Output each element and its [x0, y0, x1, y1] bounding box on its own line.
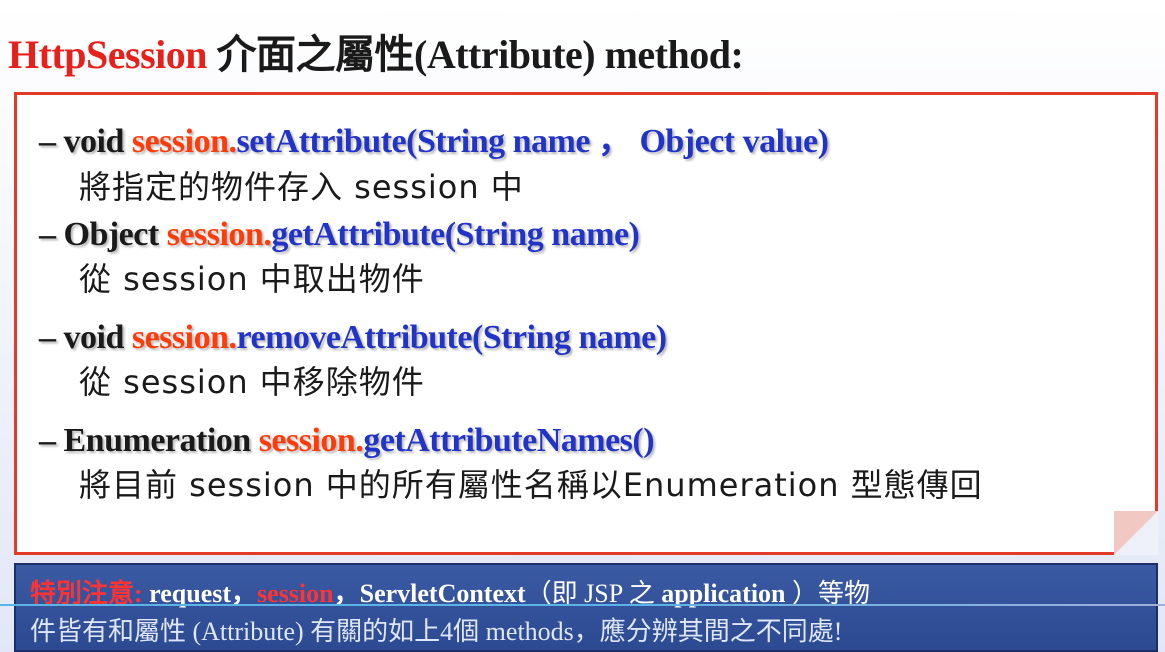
slide-title: HttpSession 介面之屬性(Attribute) method:: [8, 22, 744, 80]
method-item-getattribute: – Object session.getAttribute(String nam…: [39, 216, 640, 300]
object-name: session.: [131, 123, 237, 160]
object-name: session.: [131, 319, 237, 356]
note-line-2: 件皆有和屬性 (Attribute) 有關的如上4個 methods，應分辨其間…: [30, 617, 843, 646]
method-params: (): [632, 422, 655, 459]
video-progress-line: [0, 604, 1165, 606]
method-item-setattribute: – void session.setAttribute(String name …: [39, 113, 829, 208]
return-type: – Object: [39, 216, 167, 253]
method-description: 從 session 中取出物件: [79, 260, 425, 298]
method-params: (String name): [444, 216, 640, 253]
return-type: – void: [39, 319, 132, 356]
note-box: 特別注意: request，session，ServletContext（即 J…: [14, 563, 1158, 652]
object-name: session.: [166, 216, 272, 253]
object-name: session.: [258, 422, 364, 459]
method-description: 從 session 中移除物件: [79, 363, 425, 401]
method-signature: – void session.removeAttribute(String na…: [39, 319, 667, 357]
page-fold-corner: [1114, 511, 1158, 555]
method-name: removeAttribute: [236, 319, 473, 356]
method-name: setAttribute: [236, 123, 407, 160]
title-highlight: HttpSession: [8, 32, 208, 77]
method-params: (String name): [471, 319, 667, 356]
method-params: (String name ， Object value): [406, 123, 829, 160]
title-rest: 介面之屬性(Attribute) method:: [207, 32, 744, 77]
method-signature: – void session.setAttribute(String name …: [39, 113, 829, 162]
method-item-removeattribute: – void session.removeAttribute(String na…: [39, 319, 667, 403]
methods-panel: – void session.setAttribute(String name …: [14, 92, 1158, 555]
return-type: – Enumeration: [39, 422, 259, 459]
method-name: getAttributeNames: [363, 422, 633, 459]
return-type: – void: [39, 123, 132, 160]
note-line-1: 特別注意: request，session，ServletContext（即 J…: [30, 575, 1142, 613]
method-description: 將目前 session 中的所有屬性名稱以Enumeration 型態傳回: [79, 466, 983, 504]
method-signature: – Enumeration session.getAttributeNames(…: [39, 422, 983, 460]
method-description: 將指定的物件存入 session 中: [79, 168, 524, 206]
method-signature: – Object session.getAttribute(String nam…: [39, 216, 640, 254]
method-item-getattributenames: – Enumeration session.getAttributeNames(…: [39, 422, 983, 506]
method-name: getAttribute: [271, 216, 445, 253]
